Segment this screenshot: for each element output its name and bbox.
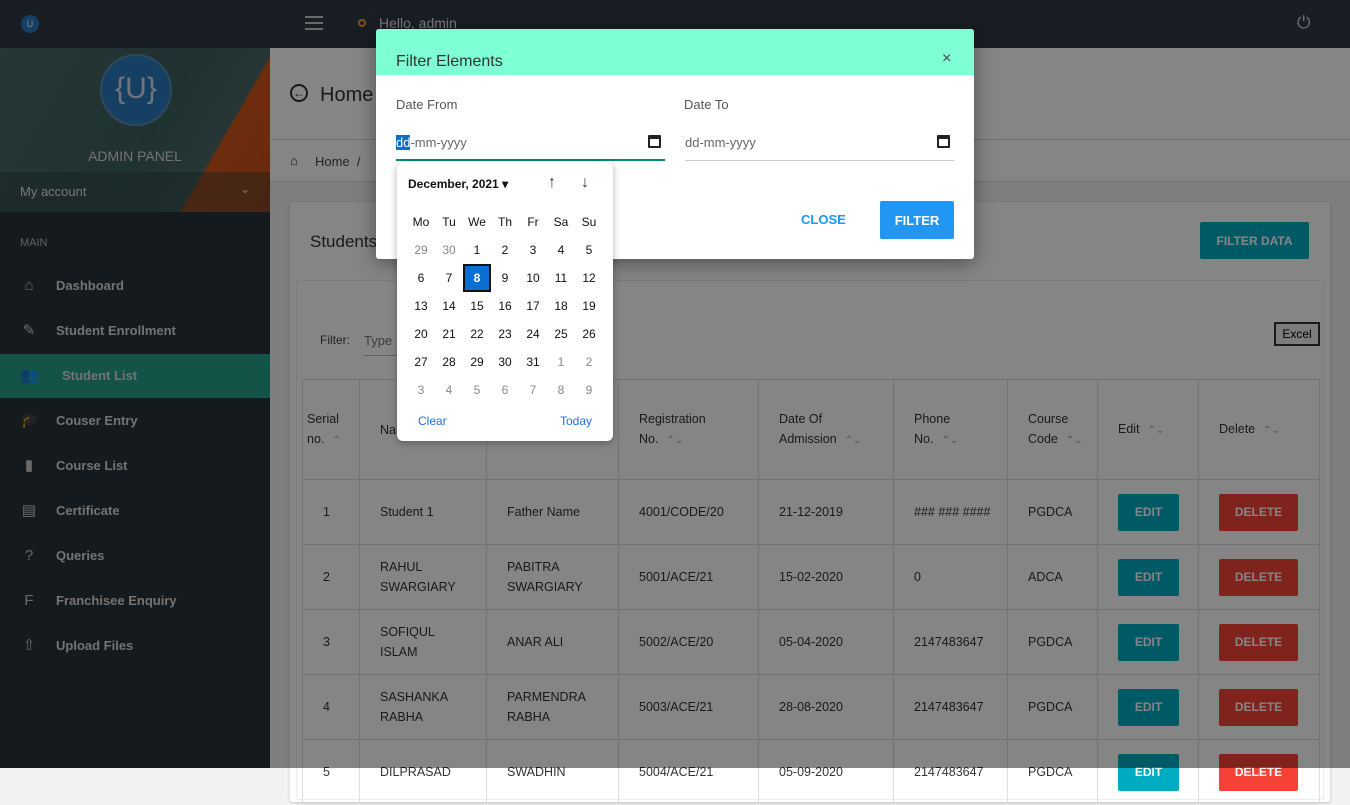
calendar-day[interactable]: 1 (547, 348, 575, 376)
month-year-select[interactable]: December, 2021 ▾ (408, 177, 508, 191)
weekday-label: We (468, 215, 486, 229)
calendar-day[interactable]: 4 (435, 376, 463, 404)
calendar-day[interactable]: 12 (575, 264, 603, 292)
date-picker: December, 2021 ▾ ↑ ↓ Mo Tu We Th Fr Sa Su 29 30 1… (397, 162, 613, 441)
calendar-icon[interactable] (648, 135, 661, 148)
date-from-input[interactable]: dd-mm-yyyy (396, 127, 665, 161)
close-icon[interactable]: × (942, 50, 951, 68)
weekday-label: Th (497, 215, 512, 229)
calendar-day[interactable]: 6 (407, 264, 435, 292)
calendar-day[interactable]: 11 (547, 264, 575, 292)
calendar-day[interactable]: 2 (491, 236, 519, 264)
calendar-day[interactable]: 14 (435, 292, 463, 320)
clear-button[interactable]: Clear (418, 414, 447, 428)
calendar-day[interactable]: 10 (519, 264, 547, 292)
calendar-day[interactable]: 7 (435, 264, 463, 292)
calendar-day[interactable]: 29 (407, 236, 435, 264)
close-button[interactable]: CLOSE (801, 212, 846, 227)
calendar-day[interactable]: 13 (407, 292, 435, 320)
date-from-label: Date From (396, 97, 458, 112)
modal-title: Filter Elements (396, 53, 503, 70)
calendar-day[interactable]: 8 (463, 264, 491, 292)
calendar-icon[interactable] (937, 135, 950, 148)
calendar-day[interactable]: 1 (463, 236, 491, 264)
arrow-up-icon[interactable]: ↑ (548, 174, 556, 192)
calendar-day[interactable]: 30 (491, 348, 519, 376)
arrow-down-icon[interactable]: ↓ (581, 174, 589, 192)
calendar-day[interactable]: 22 (463, 320, 491, 348)
calendar-day[interactable]: 31 (519, 348, 547, 376)
date-to-value: dd-mm-yyyy (685, 135, 756, 150)
calendar-day[interactable]: 21 (435, 320, 463, 348)
calendar-day[interactable]: 18 (547, 292, 575, 320)
weekday-label: Su (581, 215, 597, 229)
today-button[interactable]: Today (560, 414, 592, 428)
calendar-day[interactable]: 3 (407, 376, 435, 404)
calendar-day[interactable]: 2 (575, 348, 603, 376)
calendar-day[interactable]: 3 (519, 236, 547, 264)
date-to-input[interactable]: dd-mm-yyyy (685, 127, 954, 161)
calendar-day[interactable]: 5 (575, 236, 603, 264)
calendar-day[interactable]: 5 (463, 376, 491, 404)
calendar-day[interactable]: 20 (407, 320, 435, 348)
calendar-day[interactable]: 25 (547, 320, 575, 348)
weekday-label: Tu (442, 215, 456, 229)
calendar-day[interactable]: 9 (575, 376, 603, 404)
date-to-label: Date To (684, 97, 729, 112)
weekday-label: Sa (553, 215, 569, 229)
calendar-day[interactable]: 16 (491, 292, 519, 320)
calendar-day[interactable]: 15 (463, 292, 491, 320)
modal-header: Filter Elements × (376, 29, 974, 75)
calendar-day[interactable]: 27 (407, 348, 435, 376)
calendar-day[interactable]: 4 (547, 236, 575, 264)
calendar-day[interactable]: 30 (435, 236, 463, 264)
calendar-day[interactable]: 23 (491, 320, 519, 348)
date-from-value: dd-mm-yyyy (396, 135, 467, 150)
calendar-grid: Mo Tu We Th Fr Sa Su 29 30 1 2 3 4 5 6 7 8 9 10 11 12 13 14 15 1… (407, 208, 603, 404)
calendar-day[interactable]: 26 (575, 320, 603, 348)
calendar-day[interactable]: 9 (491, 264, 519, 292)
calendar-day[interactable]: 8 (547, 376, 575, 404)
calendar-day[interactable]: 29 (463, 348, 491, 376)
calendar-day[interactable]: 6 (491, 376, 519, 404)
calendar-day[interactable]: 19 (575, 292, 603, 320)
calendar-day[interactable]: 24 (519, 320, 547, 348)
calendar-day[interactable]: 7 (519, 376, 547, 404)
calendar-day[interactable]: 28 (435, 348, 463, 376)
filter-button[interactable]: FILTER (880, 201, 954, 239)
calendar-day[interactable]: 17 (519, 292, 547, 320)
weekday-label: Fr (527, 215, 539, 229)
weekday-label: Mo (412, 215, 430, 229)
